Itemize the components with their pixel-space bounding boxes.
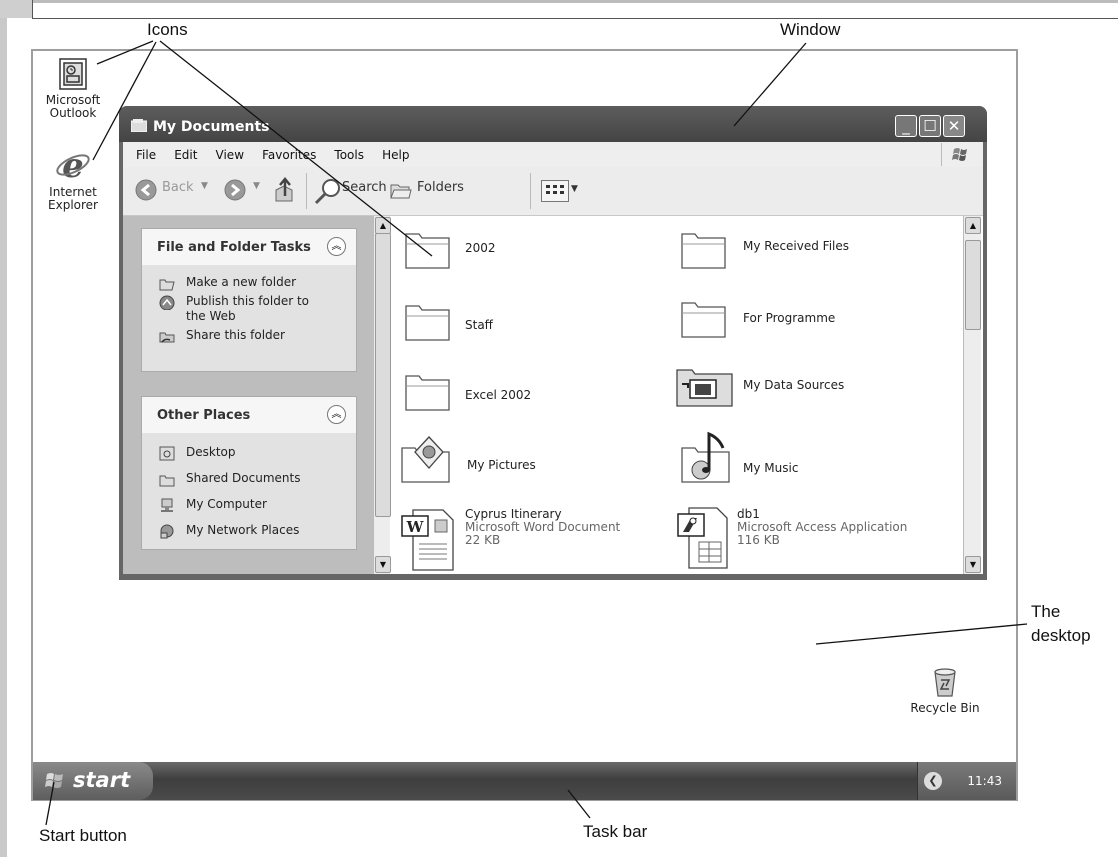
leader-window	[733, 42, 807, 127]
leader-icons-outlook	[96, 40, 154, 65]
leader-desktop	[815, 623, 1028, 645]
leader-start-button	[45, 781, 55, 826]
leader-icons-ie	[92, 41, 157, 161]
leader-task-bar	[567, 789, 591, 819]
leader-icons-folder	[159, 40, 433, 257]
annotation-leader-lines	[45, 40, 1028, 826]
